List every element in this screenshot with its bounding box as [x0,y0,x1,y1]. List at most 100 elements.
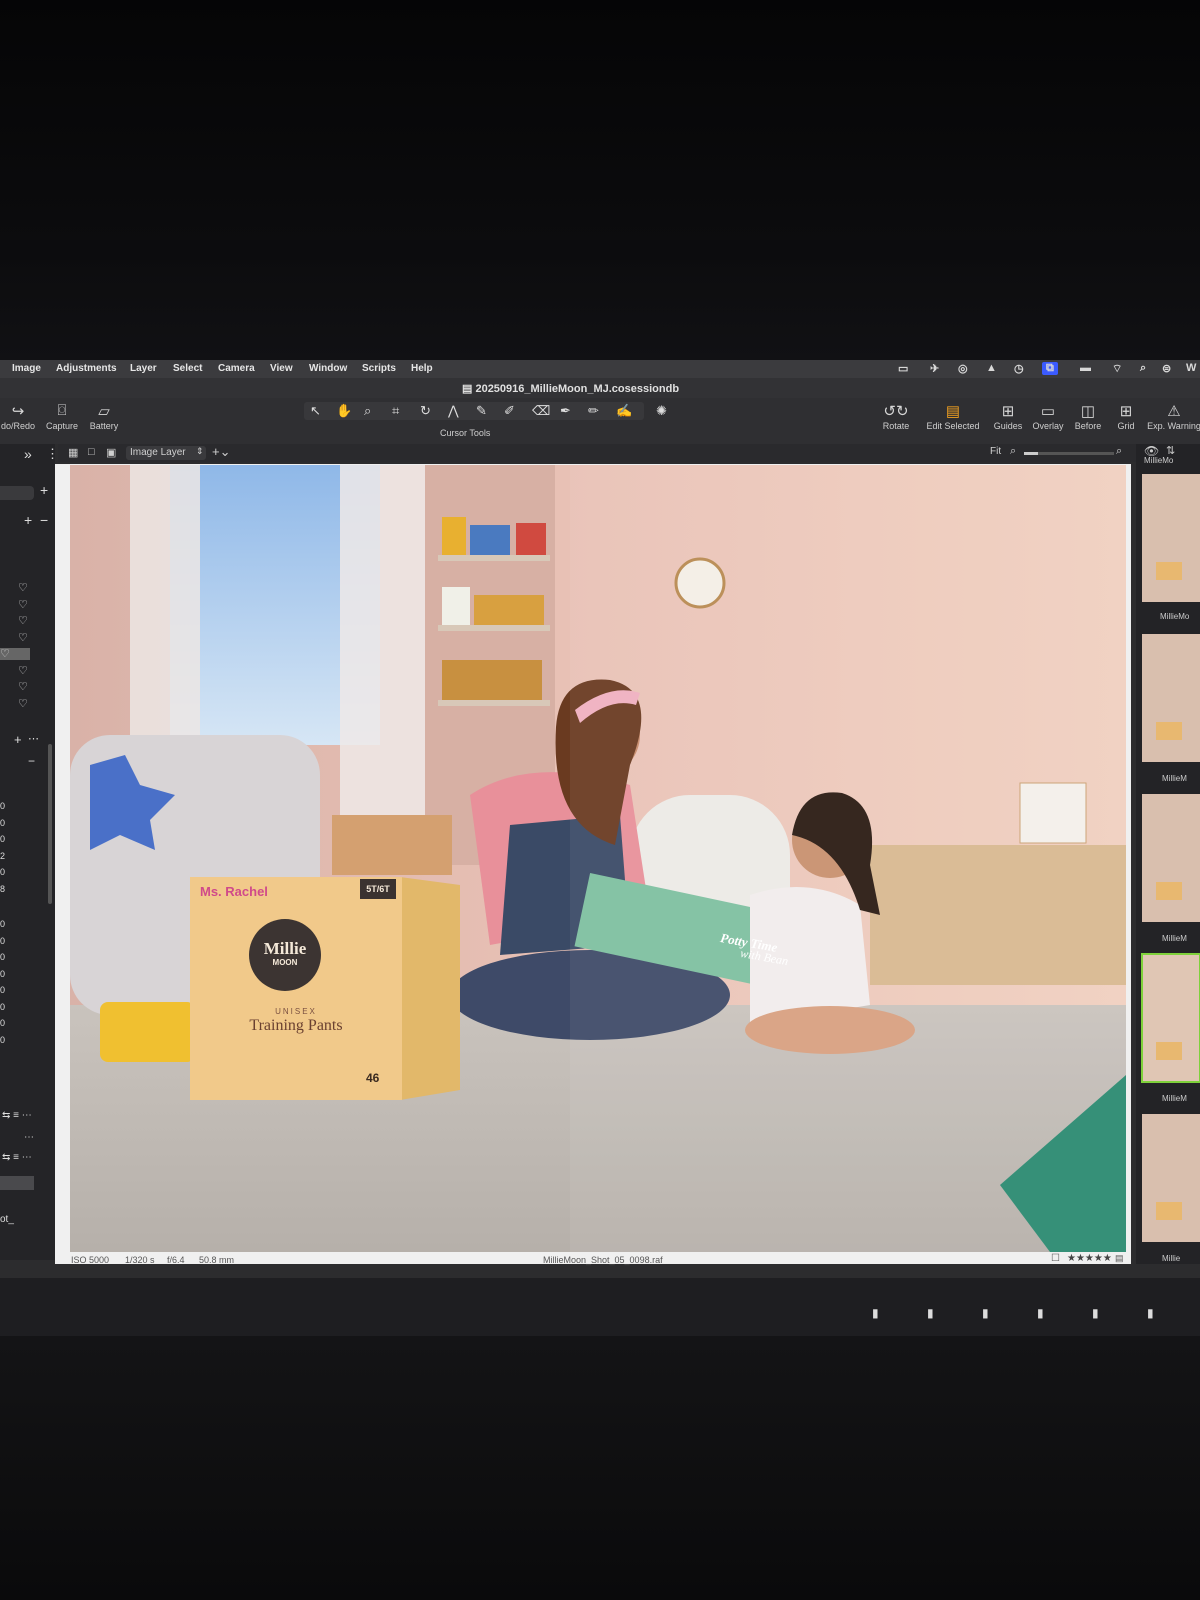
heart-icon[interactable]: ♡ [18,599,28,611]
heart-icon[interactable]: ♡ [18,632,28,644]
menu-camera[interactable]: Camera [218,363,255,374]
spot-tool-icon[interactable]: ✎ [476,403,487,419]
layer-select[interactable]: Image Layer ⇕ [126,446,206,460]
eraser-tool-icon[interactable]: ⌫ [532,403,550,419]
heart-icon[interactable]: ♡ [18,681,28,693]
document-icon: ▤ [462,383,476,395]
monitor-button-icon[interactable]: ▮ [927,1306,934,1320]
star-rating[interactable]: ★★★★★ [1067,1253,1112,1264]
collection-select[interactable] [0,486,34,500]
overlay-icon: ▭ [1040,403,1056,420]
add-collection-icon[interactable]: + [40,482,48,498]
battery-status-icon[interactable]: ▬ [1080,362,1091,374]
battery-icon: ▱ [98,403,110,420]
rotate-tool-icon[interactable]: ↻ [420,403,431,419]
monitor-button-icon[interactable]: ▮ [1092,1306,1099,1320]
wifi-status-icon[interactable]: ⌔ [1112,362,1122,376]
preview-view-icon[interactable]: ▣ [106,446,116,459]
monitor-button-icon[interactable]: ▮ [1147,1306,1154,1320]
heart-icon[interactable]: ♡ [18,615,28,627]
panel-more-icon[interactable]: ⋯ [24,1132,34,1143]
display-status-icon[interactable]: ▭ [898,362,908,375]
zoom-in-icon[interactable]: ⌕ [1116,445,1122,458]
left-tool-panel: » ⋮ + + − ♡ ♡ ♡ ♡ ♡ ♡ ♡ ♡ + ⋯ − 0 0 0 2 0 8 0 0 [0,444,59,1260]
filmstrip-thumbnail[interactable] [1142,474,1200,602]
zoom-slider[interactable] [1024,452,1114,455]
undo-redo-button[interactable]: ↪ do/Redo [0,402,40,431]
edit-selected-label: Edit Selected [926,421,980,431]
box-size-badge: 5T/6T [360,879,396,899]
zoom-slider-fill [1024,452,1038,455]
heart-icon[interactable]: ♡ [18,582,28,594]
sync-status-icon[interactable]: ◎ [958,362,968,375]
menu-image[interactable]: Image [12,363,41,374]
grid-button[interactable]: ⊞ Grid [1108,402,1144,431]
filmstrip-thumbnail[interactable] [1142,1114,1200,1242]
brush-tool-icon[interactable]: ✐ [504,403,515,419]
rotate-button[interactable]: ↺↻ Rotate [876,402,916,431]
layer-more-icon[interactable]: ⋯ [28,732,39,745]
zoom-fit-label[interactable]: Fit [990,446,1001,457]
menu-view[interactable]: View [270,363,293,374]
monitor-button-icon[interactable]: ▮ [1037,1306,1044,1320]
control-center-icon[interactable]: ⊜ [1162,362,1171,375]
grid-view-icon[interactable]: ▦ [68,446,78,459]
monitor-button-icon[interactable]: ▮ [982,1306,989,1320]
add-layer-icon[interactable]: + [14,732,22,747]
annotate-tool-icon[interactable]: ✏ [588,403,599,419]
remove-layer-icon[interactable]: − [28,754,35,768]
battery-label: Battery [89,421,119,431]
menu-window[interactable]: Window [309,363,347,374]
add-layer-dropdown-icon[interactable]: +⌄ [212,444,230,460]
panel-options-icon[interactable]: ⇆ ≡ ⋯ [2,1110,32,1121]
collapse-panel-icon[interactable]: » [24,446,32,462]
color-tag-icon[interactable]: ▤ [1115,1253,1124,1264]
screen-mirror-status-icon[interactable]: ⧉ [1042,362,1058,375]
guides-button[interactable]: ⊞ Guides [988,402,1028,431]
overlay-button[interactable]: ▭ Overlay [1028,402,1068,431]
menu-adjustments[interactable]: Adjustments [56,363,117,374]
filmstrip-thumbnail[interactable] [1142,634,1200,762]
capture-button[interactable]: ⌼ Capture [42,402,82,431]
send-status-icon[interactable]: ✈ [930,362,939,375]
iso-value: ISO 5000 [71,1255,110,1265]
before-button[interactable]: ◫ Before [1068,402,1108,431]
heart-icon[interactable]: ♡ [0,648,30,660]
menu-help[interactable]: Help [411,363,433,374]
panel-scrollbar[interactable] [48,744,52,904]
edit-selected-icon: ▤ [945,403,961,420]
drive-status-icon[interactable]: ▲ [986,362,997,374]
crop-tool-icon[interactable]: ⌗ [392,403,399,419]
pen-tool-icon[interactable]: ✍ [616,403,632,419]
picker-tool-icon[interactable]: ✒ [560,403,571,419]
pan-hand-icon[interactable]: ✋ [336,403,352,419]
clock-status-icon[interactable]: ◷ [1014,362,1024,375]
menu-layer[interactable]: Layer [130,363,157,374]
exposure-warning-button[interactable]: ⚠ Exp. Warning [1146,402,1200,431]
keystone-tool-icon[interactable]: ⋀ [448,403,459,419]
heart-icon[interactable]: ♡ [18,698,28,710]
heart-icon[interactable]: ♡ [18,665,28,677]
single-view-icon[interactable]: □ [88,446,95,458]
camera-icon: ⌼ [57,402,67,419]
select-checkbox[interactable]: ☐ [1051,1253,1060,1264]
battery-button[interactable]: ▱ Battery [84,402,124,431]
edit-selected-button[interactable]: ▤ Edit Selected [922,402,984,431]
filmstrip-thumbnail[interactable] [1142,794,1200,922]
panel-options-icon-2[interactable]: ⇆ ≡ ⋯ [2,1152,32,1163]
before-after-icon: ◫ [1080,403,1096,420]
menu-select[interactable]: Select [173,363,202,374]
monitor-button-icon[interactable]: ▮ [872,1306,879,1320]
remove-item-icon[interactable]: − [40,512,48,528]
menu-scripts[interactable]: Scripts [362,363,396,374]
filmstrip-thumbnail[interactable] [1141,953,1200,1083]
search-status-icon[interactable]: ⌕ [1140,362,1146,375]
adjust-value: 0 [0,1018,6,1028]
panel-field[interactable] [0,1176,34,1190]
box-logo-line1: Millie [263,939,307,958]
photo-book [470,525,510,555]
zoom-out-icon[interactable]: ⌕ [1010,445,1016,458]
zoom-tool-icon[interactable]: ⌕ [364,403,371,419]
select-cursor-icon[interactable]: ↖ [310,403,321,419]
add-item-icon[interactable]: + [24,512,32,528]
